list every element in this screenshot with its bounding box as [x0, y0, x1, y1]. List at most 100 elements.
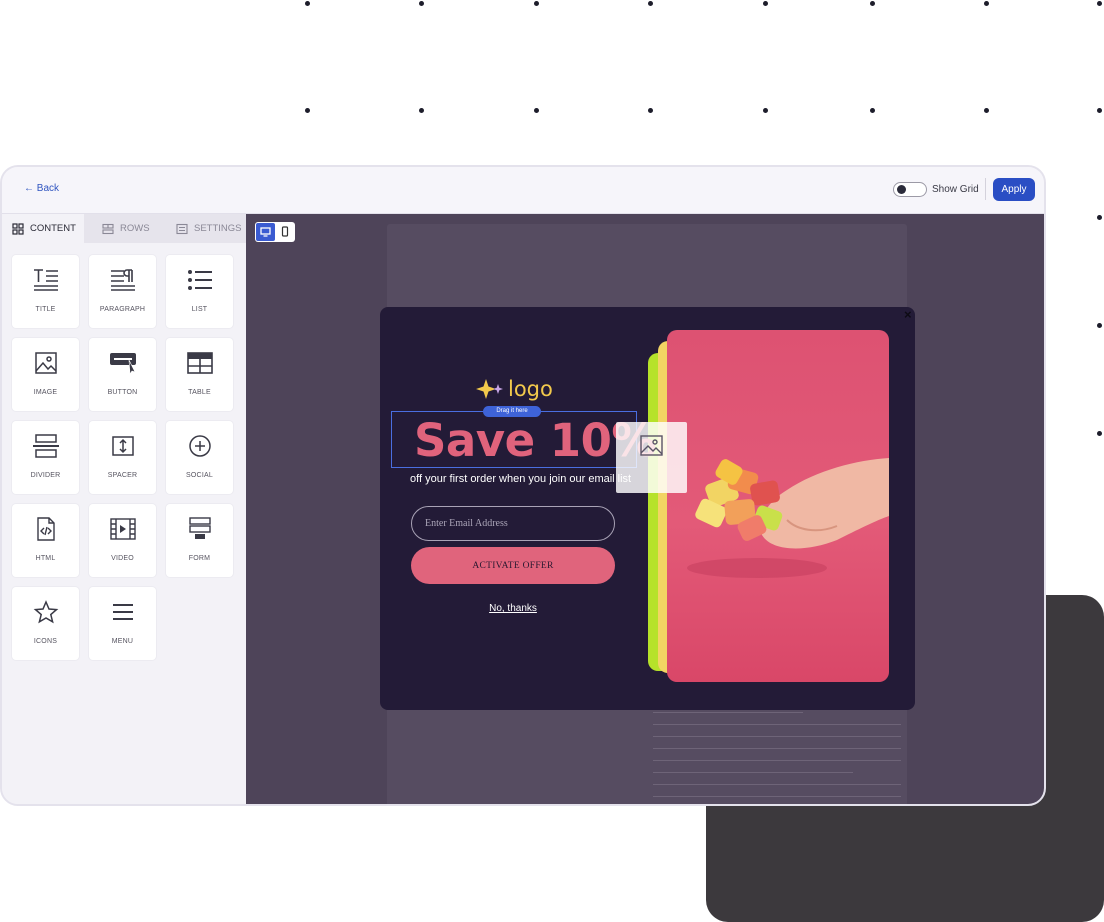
grid-icon	[12, 222, 24, 235]
editor-window: ← Back Show Grid Apply CONTENT ROWS SETT…	[0, 165, 1046, 806]
block-label: ICONS	[33, 638, 58, 645]
popup-subline: off your first order when you join our e…	[410, 473, 632, 485]
decor-dot	[305, 1, 310, 6]
email-field[interactable]	[411, 506, 615, 541]
block-divider[interactable]: DIVIDER	[12, 421, 79, 494]
rows-icon	[102, 223, 114, 234]
block-social[interactable]: SOCIAL	[166, 421, 233, 494]
settings-icon	[176, 223, 188, 234]
decor-dot	[763, 108, 768, 113]
panel-tabs: CONTENT ROWS SETTINGS	[2, 214, 246, 243]
ghost-line	[653, 724, 901, 725]
ghost-line	[653, 772, 853, 773]
hand-with-candy-image	[687, 458, 889, 578]
block-label: HTML	[35, 555, 56, 562]
no-thanks-link[interactable]: No, thanks	[380, 603, 646, 614]
tab-rows[interactable]: ROWS	[92, 214, 164, 243]
block-spacer[interactable]: SPACER	[89, 421, 156, 494]
block-label: SOCIAL	[186, 472, 213, 479]
divider-icon	[33, 434, 59, 458]
show-grid-toggle[interactable]	[893, 182, 927, 197]
back-label: Back	[36, 183, 60, 194]
ghost-line	[653, 796, 901, 797]
decor-dot	[1097, 323, 1102, 328]
block-label: DIVIDER	[30, 472, 61, 479]
video-icon	[110, 518, 136, 540]
html-icon	[37, 517, 55, 541]
menu-icon	[113, 604, 133, 620]
decor-dot	[870, 1, 875, 6]
mobile-icon	[281, 226, 289, 237]
decor-dot	[419, 108, 424, 113]
decor-dot	[984, 1, 989, 6]
toggle-knob	[897, 185, 906, 194]
social-icon	[189, 435, 211, 457]
editor-canvas[interactable]: logo Drag it here Save 10% off your firs…	[246, 214, 1044, 804]
table-icon	[187, 352, 213, 374]
block-label: PARAGRAPH	[99, 306, 146, 313]
block-video[interactable]: VIDEO	[89, 504, 156, 577]
decor-dot	[1097, 1, 1102, 6]
tab-content[interactable]: CONTENT	[2, 214, 84, 243]
desktop-icon	[260, 227, 271, 237]
decor-dot	[534, 108, 539, 113]
block-button[interactable]: BUTTON	[89, 338, 156, 411]
block-label: SPACER	[107, 472, 138, 479]
title-icon	[34, 269, 58, 291]
ghost-line	[653, 712, 803, 713]
content-panel: CONTENT ROWS SETTINGS TITLE PARAGRAPH LI…	[2, 214, 246, 804]
block-title[interactable]: TITLE	[12, 255, 79, 328]
decor-dot	[305, 108, 310, 113]
sparkle-icon	[476, 379, 503, 399]
mobile-view-button[interactable]	[276, 223, 294, 241]
block-label: TABLE	[188, 389, 211, 396]
block-form[interactable]: FORM	[166, 504, 233, 577]
decor-dot	[648, 108, 653, 113]
dragging-image-block[interactable]	[616, 422, 687, 493]
decor-dot	[870, 108, 875, 113]
divider	[985, 178, 986, 200]
decor-dot	[419, 1, 424, 6]
logo-text: logo	[508, 377, 553, 401]
ghost-line	[653, 748, 901, 749]
top-bar: ← Back Show Grid Apply	[2, 167, 1044, 214]
block-list[interactable]: LIST	[166, 255, 233, 328]
ghost-line	[653, 760, 901, 761]
apply-button[interactable]: Apply	[993, 178, 1035, 201]
desktop-view-button[interactable]	[256, 223, 275, 241]
product-photo	[667, 330, 889, 682]
block-html[interactable]: HTML	[12, 504, 79, 577]
block-menu[interactable]: MENU	[89, 587, 156, 660]
spacer-icon	[112, 436, 134, 456]
popup-preview[interactable]: logo Drag it here Save 10% off your firs…	[380, 307, 915, 710]
close-icon[interactable]: ×	[904, 307, 912, 322]
block-label: VIDEO	[111, 555, 134, 562]
block-table[interactable]: TABLE	[166, 338, 233, 411]
block-label: LIST	[191, 306, 208, 313]
tab-settings[interactable]: SETTINGS	[166, 214, 246, 243]
device-toggle	[255, 222, 295, 242]
block-label: FORM	[188, 555, 211, 562]
block-label: TITLE	[35, 306, 56, 313]
ghost-line	[653, 736, 901, 737]
decor-dot	[1097, 215, 1102, 220]
back-link[interactable]: ← Back	[24, 183, 59, 194]
block-label: BUTTON	[107, 389, 138, 396]
block-image[interactable]: IMAGE	[12, 338, 79, 411]
block-icons[interactable]: ICONS	[12, 587, 79, 660]
decor-dot	[984, 108, 989, 113]
star-icon	[33, 600, 59, 624]
block-paragraph[interactable]: PARAGRAPH	[89, 255, 156, 328]
image-icon	[640, 435, 663, 456]
image-icon	[35, 352, 57, 374]
tab-label: SETTINGS	[194, 223, 242, 234]
decor-dot	[763, 1, 768, 6]
block-label: MENU	[111, 638, 134, 645]
activate-offer-button[interactable]: ACTIVATE OFFER	[411, 547, 615, 584]
list-icon	[188, 270, 212, 290]
block-label: IMAGE	[33, 389, 58, 396]
decor-dot	[1097, 431, 1102, 436]
ghost-line	[653, 784, 901, 785]
logo: logo	[476, 377, 553, 401]
tab-label: ROWS	[120, 223, 150, 234]
